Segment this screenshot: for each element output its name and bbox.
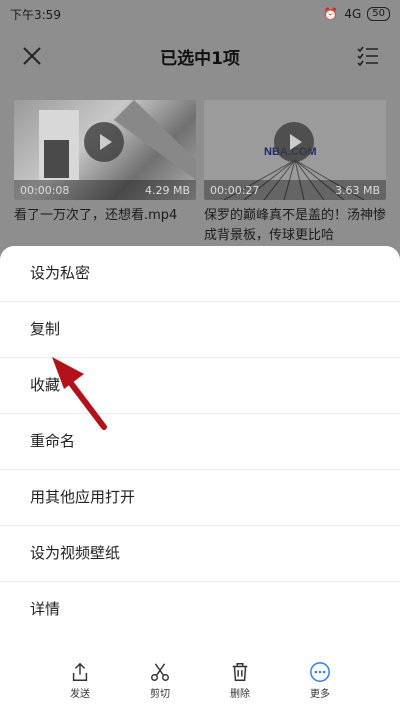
video-size: 4.29 MB [144, 183, 190, 197]
close-icon[interactable] [20, 44, 44, 68]
checklist-icon[interactable] [356, 44, 380, 68]
status-time: 下午3:59 [10, 7, 61, 22]
menu-item-private[interactable]: 设为私密 [0, 246, 400, 302]
send-label: 发送 [70, 688, 90, 700]
menu-item-favorite[interactable]: 收藏 [0, 358, 400, 414]
battery-indicator: 50 [367, 7, 390, 21]
status-right: ⏰ 4G 50 [323, 7, 390, 21]
video-name: 保罗的巅峰真不是盖的！汤神惨成背景板，传球更比哈 [204, 208, 387, 243]
menu-item-open-with[interactable]: 用其他应用打开 [0, 470, 400, 526]
more-button[interactable]: 更多 [309, 661, 331, 700]
trash-icon [232, 662, 248, 681]
video-card[interactable]: NBA.COM 00:00:27 3.63 MB 保罗的巅峰真不是盖的！汤神惨成… [204, 100, 386, 246]
video-card[interactable]: 00:00:08 4.29 MB 看了一万次了，还想看.mp4 [14, 100, 196, 226]
delete-button[interactable]: 删除 [229, 661, 251, 700]
menu-item-copy[interactable]: 复制 [0, 302, 400, 358]
share-icon [72, 662, 88, 681]
network-label: 4G [344, 7, 362, 21]
menu-item-set-wallpaper[interactable]: 设为视频壁纸 [0, 526, 400, 582]
video-thumbnail[interactable]: NBA.COM 00:00:27 3.63 MB [204, 100, 386, 200]
scissors-icon [151, 662, 169, 681]
bottom-toolbar: 发送 剪切 删除 更多 [0, 649, 400, 711]
send-button[interactable]: 发送 [69, 661, 91, 700]
cut-button[interactable]: 剪切 [149, 661, 171, 700]
play-icon[interactable] [274, 122, 314, 162]
play-icon[interactable] [84, 122, 124, 162]
video-grid: 00:00:08 4.29 MB 看了一万次了，还想看.mp4 NBA.COM … [0, 96, 400, 256]
video-duration: 00:00:08 [20, 183, 70, 197]
video-name: 看了一万次了，还想看.mp4 [14, 208, 178, 223]
status-bar: 下午3:59 ⏰ 4G 50 [0, 0, 400, 28]
video-duration: 00:00:27 [210, 183, 260, 197]
menu-item-details[interactable]: 详情 [0, 582, 400, 637]
menu-item-rename[interactable]: 重命名 [0, 414, 400, 470]
alarm-icon: ⏰ [323, 7, 339, 21]
video-thumbnail[interactable]: 00:00:08 4.29 MB [14, 100, 196, 200]
more-icon [310, 661, 330, 682]
page-title: 已选中1项 [160, 48, 240, 69]
cut-label: 剪切 [150, 688, 170, 700]
more-label: 更多 [310, 688, 330, 700]
delete-label: 删除 [230, 688, 250, 700]
video-size: 3.63 MB [334, 183, 380, 197]
action-sheet: 设为私密 复制 收藏 重命名 用其他应用打开 设为视频壁纸 详情 [0, 246, 400, 711]
video-meta: 00:00:08 4.29 MB [14, 180, 196, 200]
video-meta: 00:00:27 3.63 MB [204, 180, 386, 200]
selection-header: 已选中1项 [0, 28, 400, 84]
